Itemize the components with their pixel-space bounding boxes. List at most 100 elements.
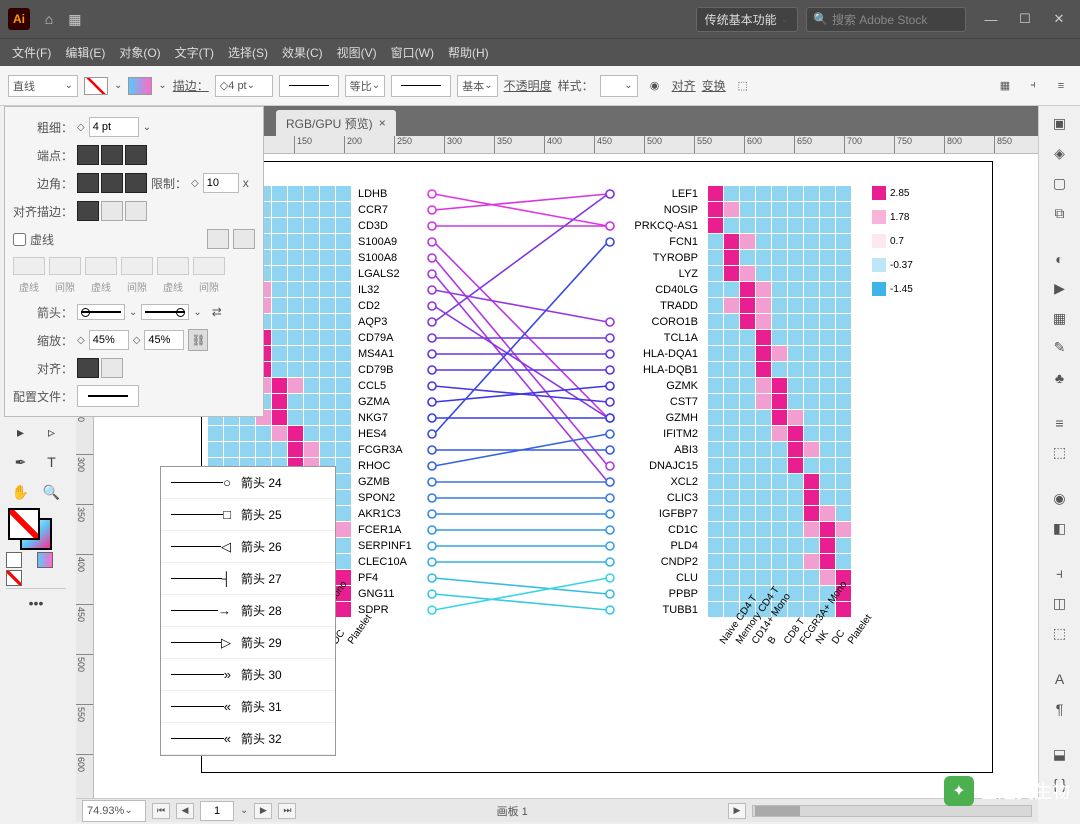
pen-tool-icon[interactable]: ✒ bbox=[6, 448, 35, 476]
arrow-option[interactable]: «箭头 32 bbox=[161, 723, 335, 755]
close-icon[interactable]: ✕ bbox=[1046, 9, 1072, 29]
char-panel-icon[interactable]: A bbox=[1039, 665, 1080, 693]
scale-right-input[interactable] bbox=[144, 330, 184, 350]
width-profile[interactable] bbox=[279, 75, 339, 97]
menu-file[interactable]: 文件(F) bbox=[6, 41, 57, 64]
tool-select[interactable]: 直线 ⌄ bbox=[8, 75, 78, 97]
artboard-page-input[interactable] bbox=[200, 801, 234, 821]
doc-setup-icon[interactable]: ▦ bbox=[994, 75, 1016, 97]
arrow-option[interactable]: □箭头 25 bbox=[161, 499, 335, 531]
minimize-icon[interactable]: — bbox=[978, 9, 1004, 29]
stroke-weight[interactable]: ◇ 4 pt ⌄ bbox=[215, 75, 273, 97]
zoom-select[interactable]: 74.93% ⌄ bbox=[82, 800, 146, 822]
menu-icon[interactable]: ≡ bbox=[1050, 75, 1072, 97]
menu-select[interactable]: 选择(S) bbox=[222, 41, 274, 64]
gradient-icon[interactable]: ▶ bbox=[1039, 275, 1080, 303]
profile-select[interactable] bbox=[77, 385, 139, 407]
type-tool-icon[interactable]: T bbox=[37, 448, 66, 476]
hand-tool-icon[interactable]: ✋ bbox=[6, 478, 35, 506]
cap-round[interactable] bbox=[101, 145, 123, 165]
menu-window[interactable]: 窗口(W) bbox=[385, 41, 440, 64]
transparency-icon[interactable]: ◧ bbox=[1039, 514, 1080, 542]
arrow-align-tip[interactable] bbox=[101, 358, 123, 378]
swap-arrows-icon[interactable]: ⇄ bbox=[212, 305, 222, 319]
h-scrollbar[interactable] bbox=[752, 805, 1032, 817]
brush-select[interactable] bbox=[391, 75, 451, 97]
color-icon[interactable]: ◐ bbox=[1039, 245, 1080, 273]
none-mode-icon[interactable] bbox=[6, 570, 22, 586]
home-icon[interactable]: ⌂ bbox=[38, 8, 60, 30]
libraries-icon[interactable]: ▢ bbox=[1039, 169, 1080, 197]
scroll-right-icon[interactable]: ▶ bbox=[728, 803, 746, 819]
scale-left-input[interactable] bbox=[89, 330, 129, 350]
arrow-option[interactable]: →箭头 28 bbox=[161, 595, 335, 627]
prev-artboard-icon[interactable]: ◀ bbox=[176, 803, 194, 819]
arrow-option[interactable]: ◁箭头 26 bbox=[161, 531, 335, 563]
menu-type[interactable]: 文字(T) bbox=[169, 41, 220, 64]
isolate-icon[interactable]: ⬚ bbox=[732, 75, 754, 97]
maximize-icon[interactable]: ☐ bbox=[1012, 9, 1038, 29]
last-artboard-icon[interactable]: ⏭ bbox=[278, 803, 296, 819]
menu-edit[interactable]: 编辑(E) bbox=[59, 41, 111, 64]
menu-object[interactable]: 对象(O) bbox=[113, 41, 166, 64]
properties-icon[interactable]: ▣ bbox=[1039, 110, 1080, 138]
brushes-icon[interactable]: ✎ bbox=[1039, 334, 1080, 362]
fill-swatch[interactable] bbox=[84, 77, 108, 95]
arrow-option[interactable]: ▷箭头 29 bbox=[161, 627, 335, 659]
symbols-icon[interactable]: ♣ bbox=[1039, 364, 1080, 392]
cap-butt[interactable] bbox=[77, 145, 99, 165]
arrow-end-select[interactable] bbox=[141, 304, 189, 320]
first-artboard-icon[interactable]: ⏮ bbox=[152, 803, 170, 819]
menu-effect[interactable]: 效果(C) bbox=[276, 41, 329, 64]
arrow-align-extend[interactable] bbox=[77, 358, 99, 378]
color-mode-icon[interactable] bbox=[6, 552, 22, 568]
edit-toolbar-icon[interactable]: ••• bbox=[6, 588, 66, 616]
align-panel-icon[interactable]: ⫞ bbox=[1039, 560, 1080, 588]
style-select[interactable]: ⌄ bbox=[600, 75, 638, 97]
dash-preserve[interactable] bbox=[207, 229, 229, 249]
basic-select[interactable]: 基本 ⌄ bbox=[457, 75, 497, 97]
artboards-icon[interactable]: ⧉ bbox=[1039, 199, 1080, 227]
direct-selection-tool-icon[interactable]: ▹ bbox=[37, 418, 66, 446]
asset-export-icon[interactable]: ⬓ bbox=[1039, 740, 1080, 768]
workspace-select[interactable]: 传统基本功能 ⌄ bbox=[696, 7, 798, 32]
join-round[interactable] bbox=[101, 173, 123, 193]
arrow-start-select[interactable] bbox=[77, 304, 125, 320]
menu-help[interactable]: 帮助(H) bbox=[442, 41, 495, 64]
align-outside[interactable] bbox=[125, 201, 147, 221]
arrange-icon[interactable]: ▦ ⌄ bbox=[68, 8, 90, 30]
cap-square[interactable] bbox=[125, 145, 147, 165]
search-input[interactable]: 🔍搜索 Adobe Stock bbox=[806, 7, 966, 32]
arrow-option[interactable]: ○箭头 24 bbox=[161, 467, 335, 499]
next-artboard-icon[interactable]: ▶ bbox=[254, 803, 272, 819]
uniform-select[interactable]: 等比 ⌄ bbox=[345, 75, 385, 97]
join-bevel[interactable] bbox=[125, 173, 147, 193]
pref-icon[interactable]: ⫞ bbox=[1022, 75, 1044, 97]
zoom-tool-icon[interactable]: 🔍 bbox=[37, 478, 66, 506]
para-panel-icon[interactable]: ¶ bbox=[1039, 695, 1080, 723]
arrow-option[interactable]: ┤箭头 27 bbox=[161, 563, 335, 595]
gradient-mode-icon[interactable] bbox=[37, 552, 53, 568]
join-miter[interactable] bbox=[77, 173, 99, 193]
link-scale-icon[interactable]: ⛓ bbox=[188, 329, 208, 351]
fill-stroke-icon[interactable] bbox=[6, 508, 66, 550]
stroke-swatch[interactable] bbox=[128, 77, 152, 95]
graphic-styles-icon[interactable]: ⬚ bbox=[1039, 439, 1080, 467]
stroke-panel-icon[interactable]: ≡ bbox=[1039, 409, 1080, 437]
swatches-icon[interactable]: ▦ bbox=[1039, 304, 1080, 332]
dashed-checkbox[interactable] bbox=[13, 233, 26, 246]
recolor-icon[interactable]: ◉ bbox=[644, 75, 666, 97]
chevron-down-icon[interactable]: ⌄ bbox=[143, 122, 151, 133]
transform-icon[interactable]: ⬚ bbox=[1039, 620, 1080, 648]
dash-align[interactable] bbox=[233, 229, 255, 249]
arrow-option[interactable]: »箭头 30 bbox=[161, 659, 335, 691]
pathfinder-icon[interactable]: ◫ bbox=[1039, 590, 1080, 618]
weight-input[interactable] bbox=[89, 117, 139, 137]
align-inside[interactable] bbox=[101, 201, 123, 221]
limit-input[interactable] bbox=[203, 173, 239, 193]
document-tab[interactable]: RGB/GPU 预览) × bbox=[276, 110, 396, 136]
arrow-option[interactable]: «箭头 31 bbox=[161, 691, 335, 723]
selection-tool-icon[interactable]: ▸ bbox=[6, 418, 35, 446]
align-center[interactable] bbox=[77, 201, 99, 221]
close-tab-icon[interactable]: × bbox=[379, 116, 386, 130]
